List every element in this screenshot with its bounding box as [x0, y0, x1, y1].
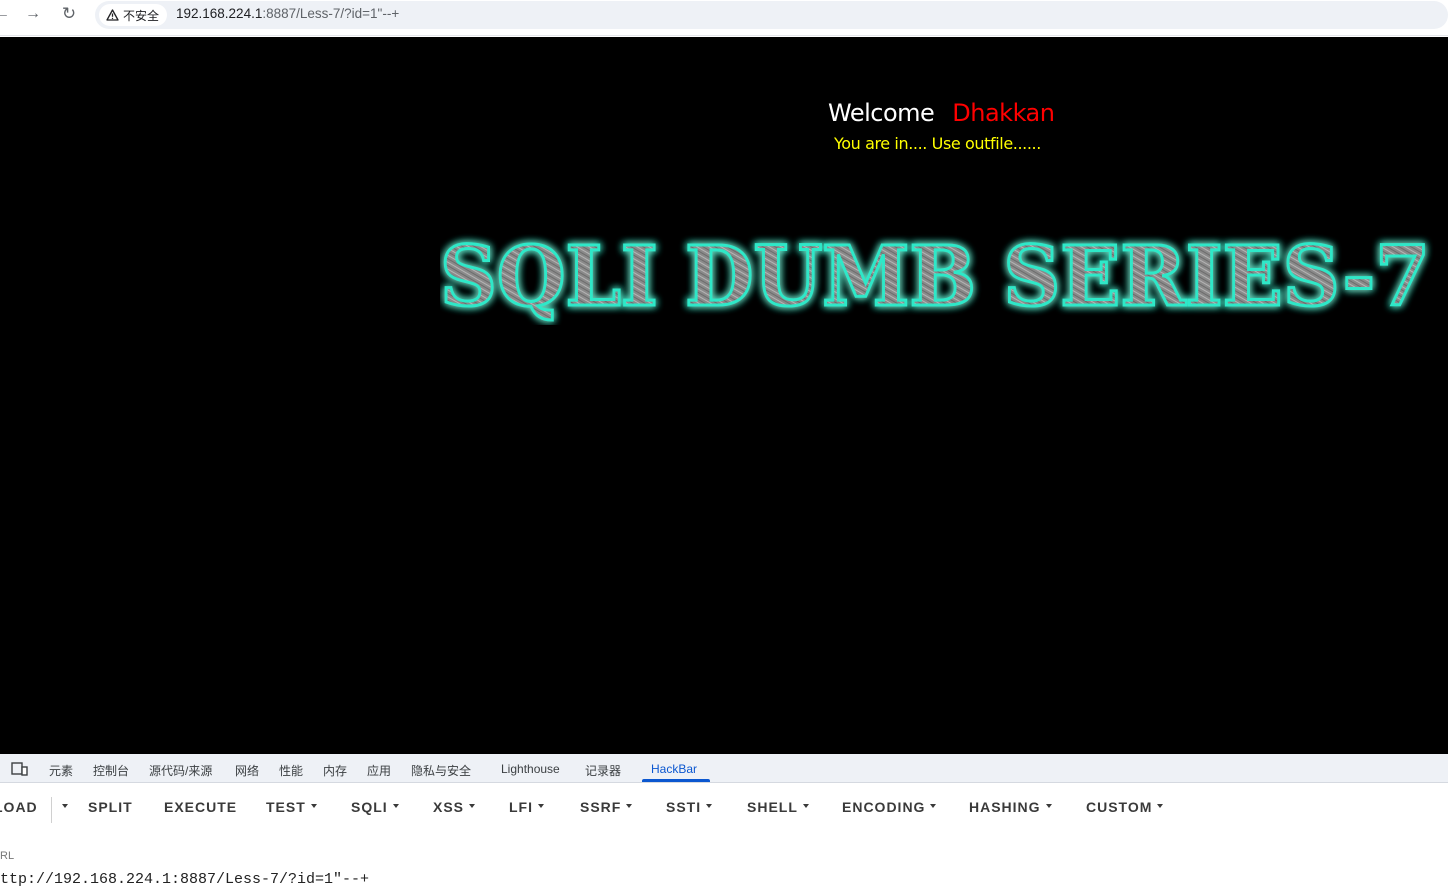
chevron-down-icon [469, 804, 476, 809]
load-divider [51, 797, 52, 823]
execute-button[interactable]: EXECUTE [164, 799, 237, 815]
reload-icon[interactable]: ↻ [57, 3, 81, 25]
tab-application[interactable]: 应用 [367, 762, 391, 779]
shell-label: SHELL [747, 799, 798, 815]
lfi-label: LFI [509, 799, 533, 815]
load-dropdown[interactable] [57, 799, 68, 815]
hashing-label: HASHING [969, 799, 1041, 815]
sqli-banner-image: SQLI DUMB SERIES-7 [440, 228, 1432, 326]
xss-dropdown[interactable]: XSS [433, 799, 476, 815]
url-text[interactable]: 192.168.224.1:8887/Less-7/?id=1"--+ [176, 6, 399, 21]
url-host: 192.168.224.1 [176, 6, 263, 21]
tab-console[interactable]: 控制台 [93, 762, 129, 779]
hashing-dropdown[interactable]: HASHING [969, 799, 1052, 815]
encoding-label: ENCODING [842, 799, 926, 815]
device-toggle-icon[interactable] [11, 762, 28, 776]
ssrf-label: SSRF [580, 799, 622, 815]
page-viewport: Welcome Dhakkan You are in.... Use outfil… [0, 37, 1448, 754]
hackbar-toolbar: LOAD SPLIT EXECUTE TEST SQLI XSS LFI SSR… [0, 791, 1448, 823]
chevron-down-icon [1045, 804, 1052, 809]
tab-lighthouse[interactable]: Lighthouse [501, 762, 560, 776]
chevron-down-icon [538, 804, 544, 809]
tab-memory[interactable]: 内存 [323, 762, 347, 779]
chevron-down-icon [706, 804, 713, 809]
tab-sources[interactable]: 源代码/来源 [149, 762, 212, 779]
sqli-label: SQLI [351, 799, 388, 815]
encoding-dropdown[interactable]: ENCODING [842, 799, 937, 815]
chevron-down-icon [930, 804, 937, 809]
active-tab-indicator [642, 779, 710, 782]
xss-label: XSS [433, 799, 465, 815]
back-arrow-icon[interactable]: ← [0, 3, 14, 25]
chevron-down-icon [310, 804, 317, 809]
load-button[interactable]: LOAD [0, 799, 38, 815]
ssti-label: SSTI [666, 799, 702, 815]
browser-toolbar: ← → ↻ 不安全 192.168.224.1:8887/Less-7/?id=… [0, 0, 1448, 36]
devtools-tab-bar: 元素 控制台 源代码/来源 网络 性能 内存 应用 隐私与安全 Lighthou… [0, 754, 1448, 783]
shell-dropdown[interactable]: SHELL [747, 799, 809, 815]
security-indicator[interactable]: 不安全 [99, 4, 168, 26]
tab-privacy-security[interactable]: 隐私与安全 [411, 762, 471, 779]
test-dropdown[interactable]: TEST [266, 799, 317, 815]
url-field-label: RL [0, 850, 15, 862]
tab-hackbar[interactable]: HackBar [651, 762, 697, 776]
custom-dropdown[interactable]: CUSTOM [1086, 799, 1164, 815]
tab-performance[interactable]: 性能 [279, 762, 303, 779]
url-path: :8887/Less-7/?id=1"--+ [262, 6, 400, 21]
devtools-panel: 元素 控制台 源代码/来源 网络 性能 内存 应用 隐私与安全 Lighthou… [0, 754, 1448, 891]
split-button[interactable]: SPLIT [88, 799, 133, 815]
forward-arrow-icon[interactable]: → [21, 3, 45, 25]
tab-elements[interactable]: 元素 [49, 762, 73, 779]
status-message: You are in.... Use outfile...... [834, 134, 1041, 153]
chevron-down-icon [1157, 804, 1164, 809]
tab-network[interactable]: 网络 [235, 762, 259, 779]
security-label: 不安全 [123, 8, 160, 23]
test-label: TEST [266, 799, 306, 815]
chevron-down-icon [392, 804, 399, 809]
ssti-dropdown[interactable]: SSTI [666, 799, 713, 815]
address-bar[interactable]: 不安全 192.168.224.1:8887/Less-7/?id=1"--+ [95, 1, 1448, 29]
chevron-down-icon [62, 804, 68, 809]
welcome-text: Welcome [828, 99, 935, 127]
welcome-line: Welcome Dhakkan [828, 99, 1055, 127]
banner-text: SQLI DUMB SERIES-7 [440, 229, 1430, 325]
lfi-dropdown[interactable]: LFI [509, 799, 544, 815]
warning-triangle-icon [106, 9, 119, 21]
tab-recorder[interactable]: 记录器 [585, 762, 621, 779]
custom-label: CUSTOM [1086, 799, 1153, 815]
chevron-down-icon [802, 804, 809, 809]
chevron-down-icon [626, 804, 633, 809]
ssrf-dropdown[interactable]: SSRF [580, 799, 633, 815]
url-field[interactable]: ttp://192.168.224.1:8887/Less-7/?id=1"--… [0, 871, 369, 888]
sqli-dropdown[interactable]: SQLI [351, 799, 399, 815]
welcome-username: Dhakkan [952, 99, 1055, 127]
